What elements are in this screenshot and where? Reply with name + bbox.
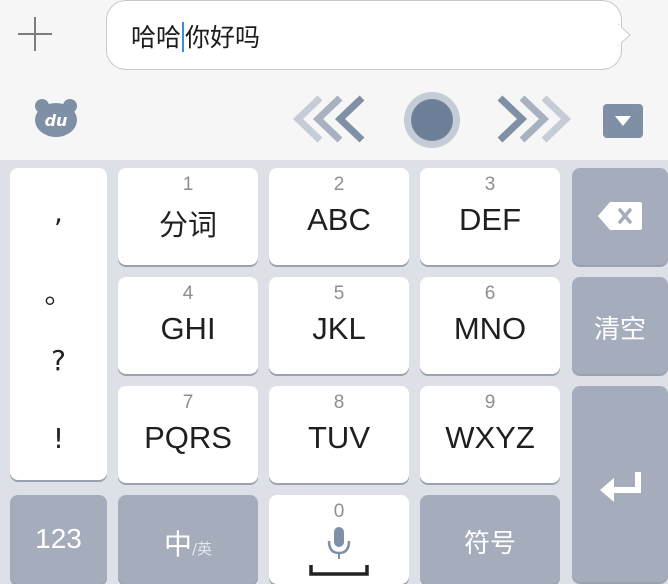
key-4[interactable]: 4 GHI [118,277,258,374]
backspace-key[interactable] [572,168,668,265]
key-label: 分词 [158,208,217,242]
ime-toolbar: du [0,80,668,160]
punct-period[interactable]: 。 [10,272,107,312]
key-label: ABC [307,202,371,237]
key-label: JKL [312,311,366,346]
plus-icon[interactable] [16,14,56,54]
numbers-label: 123 [35,523,82,554]
bubble-tail [618,24,631,46]
lang-alt: /英 [191,540,213,558]
key-2[interactable]: 2 ABC [269,168,409,265]
key-number: 1 [182,174,194,195]
key-number: 4 [182,283,194,304]
symbols-key[interactable]: 符号 [420,495,560,584]
punctuation-key[interactable]: , 。 ? ! [10,168,107,480]
text-caret [182,22,185,52]
space-key[interactable]: 0 [269,495,409,584]
input-bar: 哈哈 你好吗 [0,0,668,80]
language-label: 中/英 [118,523,258,563]
punct-question[interactable]: ? [10,344,107,377]
collapse-keyboard-icon[interactable] [603,104,643,138]
message-text-after: 你好吗 [185,23,261,52]
key-label: MNO [453,311,527,346]
key-3[interactable]: 3 DEF [420,168,560,265]
key-label: TUV [308,420,370,455]
key-number: 7 [182,392,194,413]
symbols-label: 符号 [463,529,516,559]
key-number: 0 [333,501,345,522]
backspace-icon [598,202,642,230]
key-5[interactable]: 5 JKL [269,277,409,374]
clear-label: 清空 [593,315,646,345]
key-label: WXYZ [445,420,535,455]
key-9[interactable]: 9 WXYZ [420,386,560,483]
key-label: GHI [160,311,216,346]
clear-key[interactable]: 清空 [572,277,668,374]
left-arrows-icon[interactable] [292,94,372,144]
message-input[interactable]: 哈哈 你好吗 [106,0,622,70]
enter-key[interactable] [572,386,668,582]
punct-exclamation[interactable]: ! [10,422,107,455]
lang-main: 中 [163,528,192,561]
numbers-key[interactable]: 123 [10,495,107,584]
key-number: 2 [333,174,345,195]
key-label: PQRS [144,420,232,455]
enter-icon [600,472,641,502]
key-number: 9 [484,392,496,413]
key-7[interactable]: 7 PQRS [118,386,258,483]
microphone-icon [327,527,351,559]
message-text-before: 哈哈 [131,23,182,52]
language-switch-key[interactable]: 中/英 [118,495,258,584]
key-label: DEF [459,202,521,237]
du-bear-logo-icon[interactable]: du [34,98,78,138]
right-arrows-icon[interactable] [492,94,572,144]
circle-dot-icon[interactable] [402,90,462,150]
key-number: 5 [333,283,345,304]
key-8[interactable]: 8 TUV [269,386,409,483]
space-bar-icon [309,565,369,576]
punct-comma[interactable]: , [10,196,107,229]
key-1[interactable]: 1 分词 [118,168,258,265]
message-text: 哈哈 你好吗 [131,18,260,54]
key-6[interactable]: 6 MNO [420,277,560,374]
du-logo-text: du [45,111,68,130]
key-number: 6 [484,283,496,304]
key-number: 3 [484,174,496,195]
key-number: 8 [333,392,345,413]
